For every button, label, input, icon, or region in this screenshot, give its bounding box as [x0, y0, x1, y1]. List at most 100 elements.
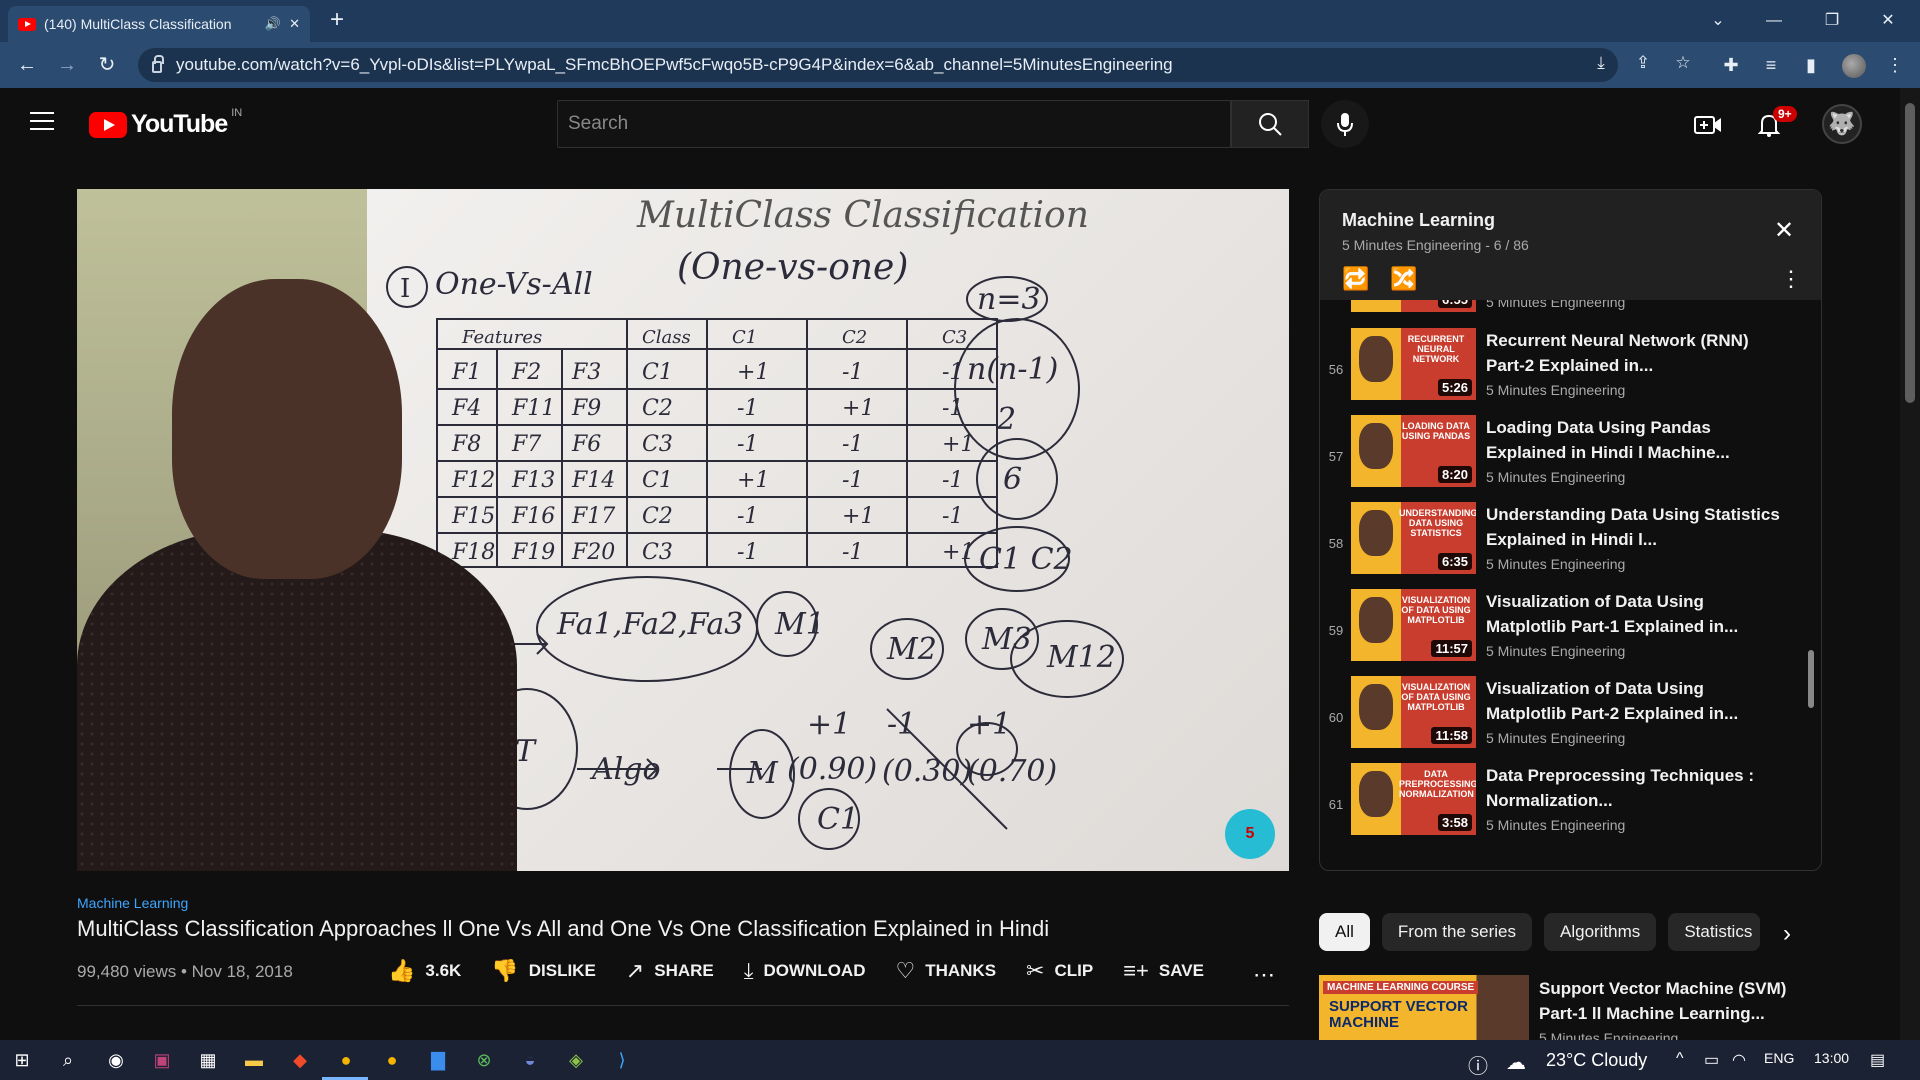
- recommended-thumbnail[interactable]: MACHINE LEARNING COURSE SUPPORT VECTOR M…: [1319, 975, 1529, 1040]
- tab-search-chevron-icon[interactable]: ⌄: [1696, 4, 1740, 38]
- audio-playing-icon[interactable]: 🔊: [265, 16, 281, 32]
- input-language[interactable]: ENG: [1764, 1050, 1794, 1066]
- side-panel-icon[interactable]: ▮: [1796, 50, 1826, 80]
- more-actions-icon[interactable]: ⋯: [1253, 962, 1275, 988]
- item-title[interactable]: Visualization of Data Using Matplotlib P…: [1486, 589, 1786, 639]
- item-channel[interactable]: 5 Minutes Engineering: [1486, 730, 1625, 746]
- playlist-item[interactable]: 56 Recurrent Neural Network 5:26 Recurrent …: [1320, 328, 1821, 415]
- lock-icon[interactable]: [152, 55, 164, 73]
- share-page-icon[interactable]: ⇪: [1628, 48, 1658, 78]
- playlist-thumbnail[interactable]: Recurrent Neural Network 5:26: [1351, 328, 1476, 400]
- guide-menu-icon[interactable]: [30, 112, 54, 130]
- bookmark-star-icon[interactable]: ☆: [1668, 48, 1698, 78]
- app-icon-stack[interactable]: ◈: [564, 1048, 588, 1072]
- dislike-button[interactable]: 👎 DISLIKE: [491, 958, 595, 984]
- item-channel[interactable]: 5 Minutes Engineering: [1486, 556, 1625, 572]
- playlist-thumbnail[interactable]: Visualization of Data Using Matplotlib 11…: [1351, 589, 1476, 661]
- back-arrow-icon[interactable]: ←: [12, 50, 42, 80]
- tray-overflow-chevron-icon[interactable]: ^: [1676, 1050, 1684, 1068]
- chip-algorithms[interactable]: Algorithms: [1544, 913, 1657, 951]
- restore-button[interactable]: ❐: [1810, 4, 1854, 38]
- file-explorer-icon[interactable]: ▬: [242, 1048, 266, 1072]
- playlist-item[interactable]: 58 Understanding Data Using Statistics 6:3…: [1320, 502, 1821, 589]
- taskbar-search-icon[interactable]: ⌕: [56, 1048, 80, 1072]
- chrome-icon-active[interactable]: ●: [334, 1048, 358, 1072]
- vscode-icon[interactable]: ⟩: [610, 1048, 634, 1072]
- download-button[interactable]: ⤓ DOWNLOAD: [744, 958, 866, 984]
- notification-center-icon[interactable]: ▤: [1870, 1050, 1885, 1070]
- page-scrollbar[interactable]: [1900, 88, 1920, 1040]
- edge-browser-icon[interactable]: ◉: [104, 1048, 128, 1072]
- item-title[interactable]: Loading Data Using Pandas Explained in H…: [1486, 415, 1786, 465]
- media-queue-icon[interactable]: ≡: [1756, 50, 1786, 80]
- playlist-item[interactable]: 61 Data Preprocessing Normalization 3:58 Da…: [1320, 763, 1821, 850]
- playlist-item[interactable]: 57 Loading Data Using Pandas 8:20 Loading D…: [1320, 415, 1821, 502]
- channel-watermark-logo[interactable]: 5: [1225, 809, 1275, 859]
- battery-icon[interactable]: ▭: [1704, 1050, 1719, 1070]
- forward-arrow-icon[interactable]: →: [52, 50, 82, 80]
- playlist-hashtag-link[interactable]: Machine Learning: [77, 895, 188, 911]
- url-text[interactable]: youtube.com/watch?v=6_Yvpl-oDIs&list=PLY…: [176, 55, 1173, 75]
- chrome-icon[interactable]: ●: [380, 1048, 404, 1072]
- app-icon-magenta[interactable]: ▣: [150, 1048, 174, 1072]
- chip-from-the-series[interactable]: From the series: [1381, 913, 1532, 951]
- wifi-icon[interactable]: ◠: [1732, 1050, 1746, 1070]
- extensions-puzzle-icon[interactable]: ✚: [1716, 50, 1746, 80]
- playlist-item[interactable]: 59 Visualization of Data Using Matplotlib…: [1320, 589, 1821, 676]
- search-input[interactable]: Search: [557, 100, 1231, 148]
- item-title[interactable]: Recurrent Neural Network (RNN) Part-2 Ex…: [1486, 328, 1786, 378]
- anydesk-icon[interactable]: ◆: [288, 1048, 312, 1072]
- item-channel[interactable]: 5 Minutes Engineering: [1486, 817, 1625, 833]
- playlist-thumbnail[interactable]: Data Preprocessing Normalization 3:58: [1351, 763, 1476, 835]
- app-icon-blue[interactable]: ▇: [426, 1048, 450, 1072]
- item-channel[interactable]: 5 Minutes Engineering: [1486, 469, 1625, 485]
- weather-text[interactable]: 23°C Cloudy: [1546, 1050, 1647, 1071]
- search-button[interactable]: [1231, 100, 1309, 148]
- browser-tab-active[interactable]: (140) MultiClass Classification 🔊 ✕: [8, 6, 310, 42]
- item-title[interactable]: Visualization of Data Using Matplotlib P…: [1486, 676, 1786, 726]
- share-button[interactable]: ↗ SHARE: [626, 958, 714, 984]
- playlist-thumbnail[interactable]: Understanding Data Using Statistics 6:35: [1351, 502, 1476, 574]
- weather-cloud-icon[interactable]: ☁: [1506, 1050, 1526, 1075]
- item-title[interactable]: Data Preprocessing Techniques : Normaliz…: [1486, 763, 1786, 813]
- install-app-icon[interactable]: ⤓: [1586, 48, 1616, 78]
- save-button[interactable]: ≡+ SAVE: [1123, 958, 1204, 984]
- playlist-item-partial[interactable]: 6:55 5 Minutes Engineering: [1320, 300, 1821, 327]
- chip-all[interactable]: All: [1319, 913, 1370, 951]
- playlist-thumbnail[interactable]: Loading Data Using Pandas 8:20: [1351, 415, 1476, 487]
- close-window-button[interactable]: ✕: [1866, 4, 1910, 38]
- recommended-title[interactable]: Support Vector Machine (SVM) Part-1 ll M…: [1539, 976, 1809, 1026]
- voice-search-button[interactable]: [1321, 100, 1369, 148]
- browser-profile-avatar[interactable]: [1842, 54, 1866, 78]
- tab-close-icon[interactable]: ✕: [289, 16, 300, 32]
- item-title[interactable]: Understanding Data Using Statistics Expl…: [1486, 502, 1786, 552]
- close-playlist-icon[interactable]: ✕: [1774, 216, 1794, 245]
- playlist-scrollbar[interactable]: [1808, 650, 1814, 708]
- loop-playlist-icon[interactable]: 🔁: [1342, 266, 1369, 292]
- browser-menu-icon[interactable]: ⋮: [1880, 50, 1910, 80]
- reload-icon[interactable]: ↻: [92, 50, 122, 80]
- windows-start-icon[interactable]: ⊞: [10, 1048, 34, 1072]
- item-channel[interactable]: 5 Minutes Engineering: [1486, 643, 1625, 659]
- discord-icon[interactable]: ◒: [518, 1048, 542, 1072]
- item-channel[interactable]: 5 Minutes Engineering: [1486, 300, 1625, 310]
- playlist-thumbnail[interactable]: Visualization of Data Using Matplotlib 11…: [1351, 676, 1476, 748]
- new-tab-button[interactable]: +: [322, 6, 352, 36]
- video-player[interactable]: MultiClass Classification I One-Vs-All (…: [77, 189, 1289, 871]
- create-video-icon[interactable]: [1691, 108, 1725, 142]
- page-scrollbar-thumb[interactable]: [1905, 103, 1915, 403]
- playlist-thumbnail[interactable]: 6:55: [1351, 300, 1476, 312]
- thanks-button[interactable]: ♡ THANKS: [895, 958, 996, 984]
- xbox-icon[interactable]: ⊗: [472, 1048, 496, 1072]
- clock[interactable]: 13:00: [1814, 1050, 1849, 1066]
- shuffle-playlist-icon[interactable]: 🔀: [1390, 266, 1417, 292]
- chip-statistics[interactable]: Statistics: [1668, 913, 1761, 951]
- playlist-title[interactable]: Machine Learning: [1342, 210, 1495, 231]
- microsoft-store-icon[interactable]: ▦: [196, 1048, 220, 1072]
- help-icon[interactable]: ⓘ: [1468, 1050, 1488, 1079]
- item-channel[interactable]: 5 Minutes Engineering: [1486, 382, 1625, 398]
- minimize-button[interactable]: —: [1752, 4, 1796, 38]
- account-avatar[interactable]: 🐺: [1822, 104, 1862, 144]
- playlist-item[interactable]: 60 Visualization of Data Using Matplotlib…: [1320, 676, 1821, 763]
- playlist-menu-icon[interactable]: ⋮: [1780, 266, 1802, 292]
